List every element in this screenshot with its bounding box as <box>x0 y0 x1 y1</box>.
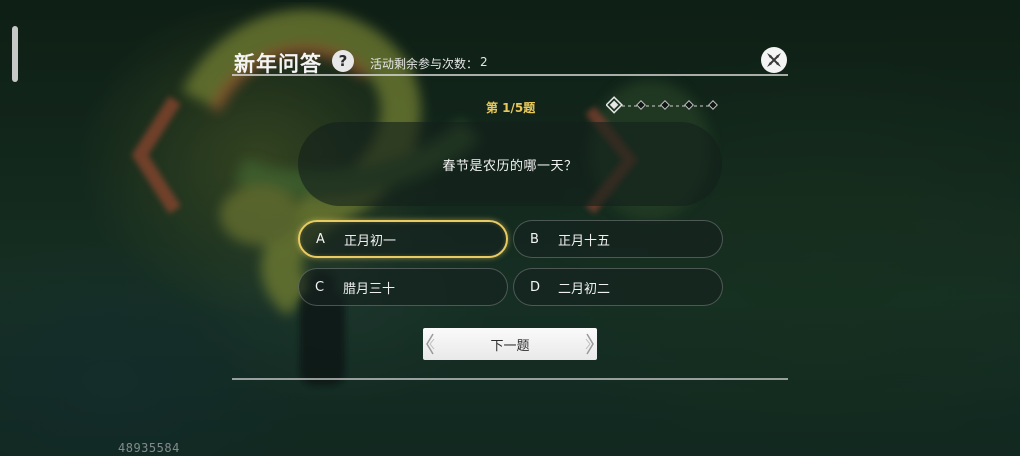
next-button-label: 下一题 <box>490 338 530 354</box>
option-letter: A <box>316 231 325 247</box>
player-uid: 48935584 <box>118 441 180 455</box>
option-text: 正月初一 <box>344 233 397 249</box>
quiz-header: 新年问答 ? 活动剩余参与次数： 2 <box>232 44 788 76</box>
option-text: 腊月三十 <box>343 281 396 297</box>
next-question-button[interactable]: 下一题 <box>423 328 597 360</box>
progress-label: 第 1/5题 <box>486 101 536 115</box>
remaining-count: 2 <box>480 55 488 69</box>
chevron-right-icon <box>585 333 594 355</box>
option-a-button[interactable]: A 正月初一 <box>298 220 508 258</box>
option-letter: D <box>530 279 541 295</box>
remaining-attempts: 活动剩余参与次数： 2 <box>370 55 488 72</box>
close-icon <box>767 53 781 67</box>
option-letter: B <box>530 231 539 247</box>
progress-track <box>606 96 718 114</box>
side-drawer-handle[interactable] <box>12 26 18 82</box>
question-icon[interactable]: ? <box>332 50 354 72</box>
question-text: 春节是农历的哪一天？ <box>442 158 578 174</box>
option-d-button[interactable]: D 二月初二 <box>513 268 723 306</box>
bottom-divider <box>232 378 788 380</box>
option-text: 二月初二 <box>558 281 611 297</box>
option-c-button[interactable]: C 腊月三十 <box>298 268 508 306</box>
option-text: 正月十五 <box>558 233 611 249</box>
page-title: 新年问答 <box>234 52 322 76</box>
progress-step-current <box>606 96 623 114</box>
option-letter: C <box>315 279 325 295</box>
option-b-button[interactable]: B 正月十五 <box>513 220 723 258</box>
close-button[interactable] <box>761 47 787 73</box>
question-card: 春节是农历的哪一天？ <box>298 122 722 206</box>
remaining-label: 活动剩余参与次数： <box>370 57 479 71</box>
chevron-left-icon <box>426 333 435 355</box>
